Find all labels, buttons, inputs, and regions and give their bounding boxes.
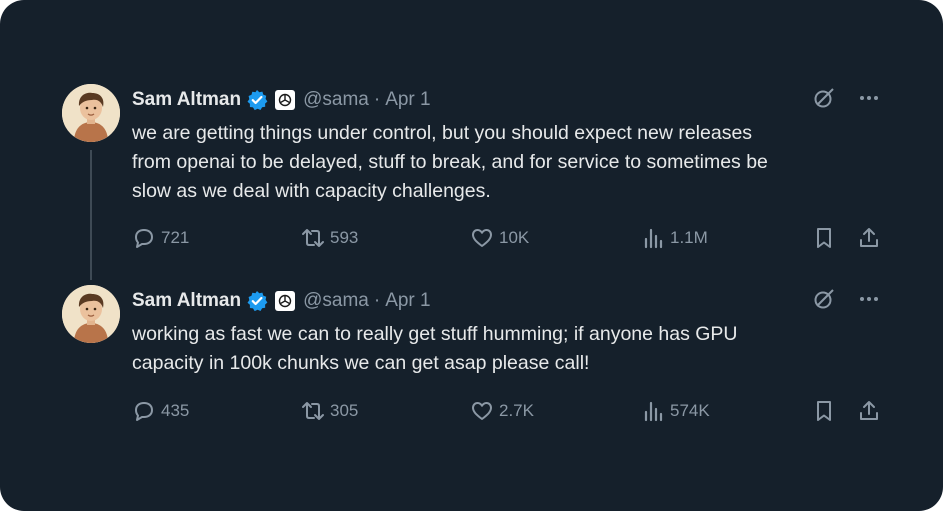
bookmark-button[interactable] <box>812 225 836 251</box>
views-button[interactable]: 1.1M <box>641 225 708 251</box>
tweet-text: working as fast we can to really get stu… <box>132 323 738 374</box>
heart-icon <box>472 229 492 247</box>
reply-button[interactable]: 721 <box>132 225 189 251</box>
header-separator: · <box>373 89 381 110</box>
header-separator: · <box>373 290 381 311</box>
share-icon <box>860 401 878 420</box>
retweet-count: 593 <box>330 228 359 247</box>
reply-icon <box>135 402 153 421</box>
share-icon <box>860 228 878 247</box>
thread-connector-line <box>90 150 92 280</box>
share-button[interactable] <box>857 225 881 251</box>
retweet-button[interactable]: 305 <box>301 398 358 424</box>
author-handle[interactable]: @sama <box>303 89 369 111</box>
views-count: 1.1M <box>670 228 708 247</box>
tweet-date[interactable]: Apr 1 <box>385 89 430 111</box>
tweet-actions: 721 593 10K 1.1M <box>132 225 892 251</box>
reply-button[interactable]: 435 <box>132 398 189 424</box>
views-button[interactable]: 574K <box>641 398 710 424</box>
header-actions <box>812 287 880 311</box>
retweet-icon <box>302 229 324 247</box>
bookmark-icon <box>817 401 831 421</box>
tweet-thread-card: Sam Altman @sama · Apr 1 we are getting … <box>0 0 943 511</box>
more-options-icon[interactable] <box>858 87 880 109</box>
more-options-icon[interactable] <box>858 288 880 310</box>
share-button[interactable] <box>857 398 881 424</box>
header-actions <box>812 86 880 110</box>
avatar[interactable] <box>62 285 120 343</box>
openai-logo-icon[interactable] <box>275 291 296 311</box>
openai-logo-icon[interactable] <box>275 90 296 110</box>
reply-count: 435 <box>161 401 190 420</box>
bookmark-icon <box>817 228 831 248</box>
views-icon <box>644 228 663 249</box>
like-count: 2.7K <box>499 401 534 420</box>
views-count: 574K <box>670 401 710 420</box>
grok-icon[interactable] <box>812 86 836 110</box>
retweet-icon <box>302 402 324 420</box>
author-handle[interactable]: @sama <box>303 290 369 312</box>
verified-badge-icon[interactable] <box>246 89 268 111</box>
author-name[interactable]: Sam Altman <box>132 290 241 312</box>
reply-icon <box>135 229 153 248</box>
tweet-actions: 435 305 2.7K 574K <box>132 398 892 424</box>
author-name[interactable]: Sam Altman <box>132 89 241 111</box>
reply-count: 721 <box>161 228 190 247</box>
like-button[interactable]: 2.7K <box>470 398 534 424</box>
tweet-text: we are getting things under control, but… <box>132 122 768 202</box>
heart-icon <box>472 402 492 420</box>
retweet-count: 305 <box>330 401 359 420</box>
tweet-header: Sam Altman @sama · Apr 1 <box>132 88 892 112</box>
tweet-date[interactable]: Apr 1 <box>385 290 430 312</box>
grok-icon[interactable] <box>812 287 836 311</box>
like-button[interactable]: 10K <box>470 225 529 251</box>
like-count: 10K <box>499 228 530 247</box>
tweet-header: Sam Altman @sama · Apr 1 <box>132 289 892 313</box>
verified-badge-icon[interactable] <box>246 290 268 312</box>
avatar[interactable] <box>62 84 120 142</box>
bookmark-button[interactable] <box>812 398 836 424</box>
views-icon <box>644 401 663 422</box>
retweet-button[interactable]: 593 <box>301 225 358 251</box>
